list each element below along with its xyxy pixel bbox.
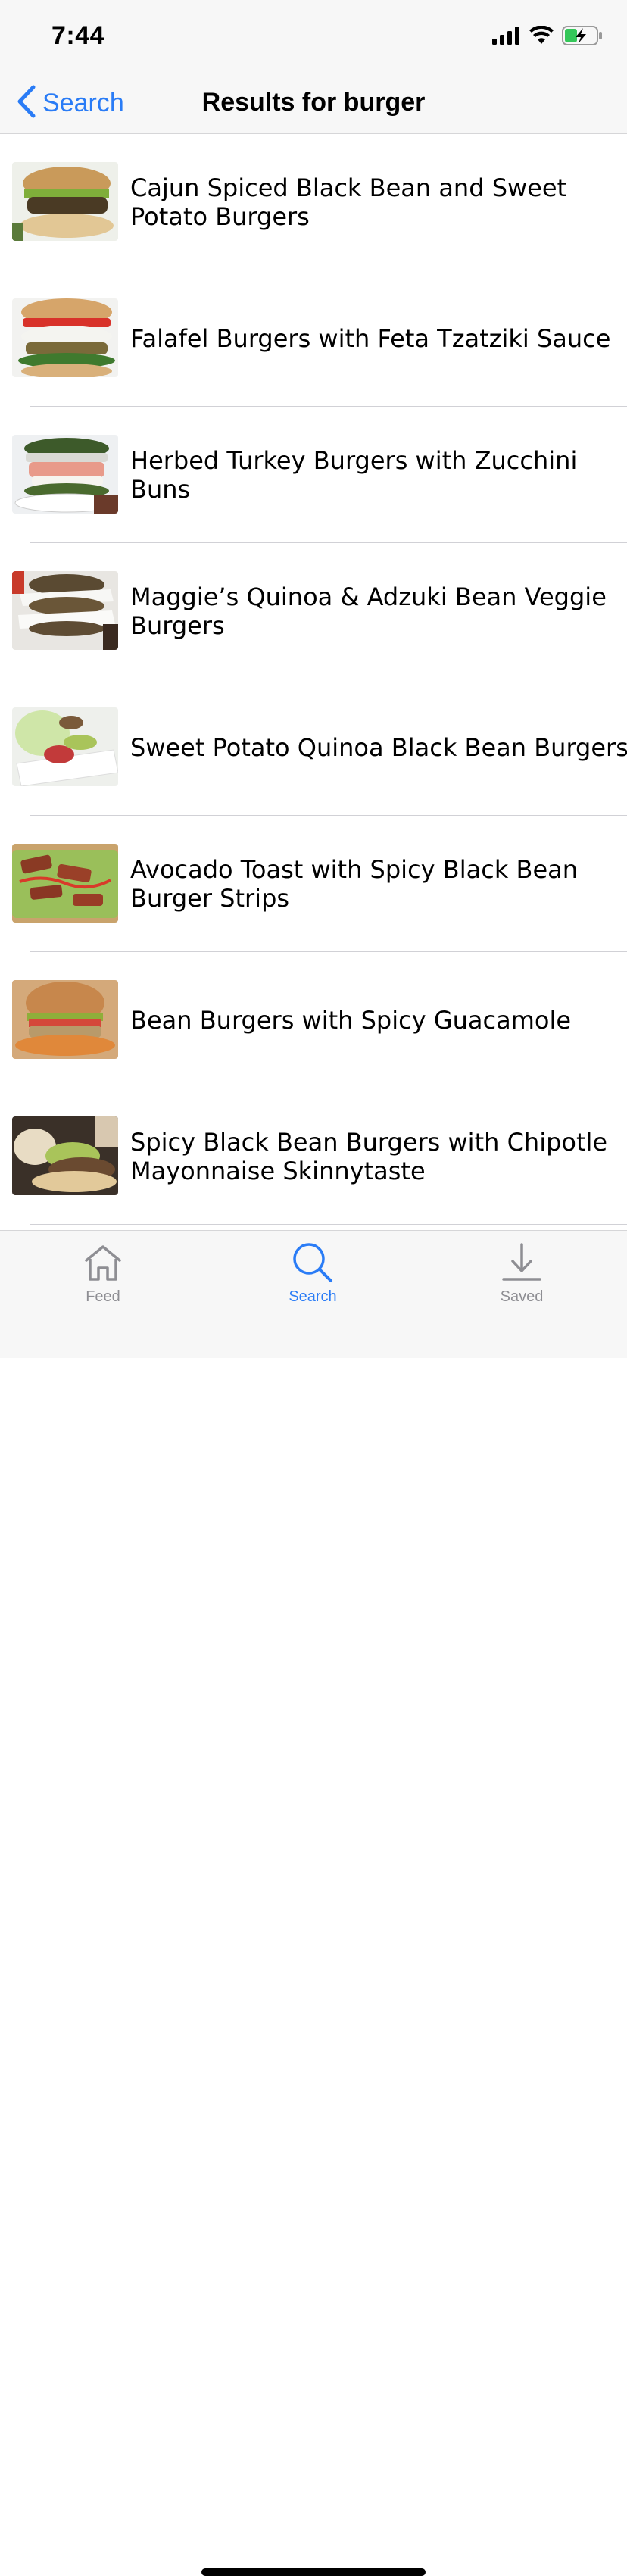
recipe-thumbnail (12, 1116, 118, 1195)
home-icon (42, 1240, 164, 1285)
result-row[interactable]: Bean Burgers with Spicy Guacamole (0, 952, 627, 1088)
recipe-thumbnail (12, 162, 118, 241)
status-time: 7:44 (51, 21, 105, 50)
status-bar: 7:44 (0, 0, 627, 73)
result-title: Bean Burgers with Spicy Guacamole (130, 1006, 572, 1035)
status-icons (492, 25, 603, 49)
wifi-icon (529, 25, 554, 49)
result-title: Falafel Burgers with Feta Tzatziki Sauce (130, 324, 611, 353)
tab-feed[interactable]: Feed (42, 1240, 164, 1316)
result-title: Maggie’s Quinoa & Adzuki Bean Veggie Bur… (130, 582, 607, 640)
tab-search[interactable]: Search (252, 1240, 373, 1316)
result-title: Cajun Spiced Black Bean and Sweet Potato… (130, 173, 567, 231)
results-list[interactable]: Cajun Spiced Black Bean and Sweet Potato… (0, 134, 627, 1231)
result-row[interactable]: Falafel Burgers with Feta Tzatziki Sauce (0, 270, 627, 407)
page-title: Results for burger (201, 88, 426, 117)
result-title: Sweet Potato Quinoa Black Bean Burgers (130, 733, 627, 762)
result-row[interactable]: Maggie’s Quinoa & Adzuki Bean Veggie Bur… (0, 543, 627, 679)
tab-saved-label: Saved (500, 1288, 544, 1305)
result-title: Avocado Toast with Spicy Black Bean Burg… (130, 855, 579, 913)
result-title: Spicy Black Bean Burgers with Chipotle M… (130, 1128, 608, 1185)
recipe-thumbnail (12, 707, 118, 786)
cellular-signal-icon (492, 26, 521, 48)
tab-saved[interactable]: Saved (461, 1240, 582, 1316)
recipe-thumbnail (12, 980, 118, 1059)
recipe-thumbnail (12, 844, 118, 923)
recipe-thumbnail (12, 298, 118, 377)
result-row[interactable]: Spicy Black Bean Burgers with Chipotle M… (0, 1088, 627, 1225)
result-row[interactable]: Cajun Spiced Black Bean and Sweet Potato… (0, 134, 627, 270)
row-separator (30, 1224, 627, 1225)
result-row[interactable]: Sweet Potato Quinoa Black Bean Burgers (0, 679, 627, 816)
navigation-bar: Search Results for burger (0, 73, 627, 134)
search-icon (252, 1240, 373, 1285)
recipe-thumbnail (12, 435, 118, 514)
result-row[interactable]: Herbed Turkey Burgers with Zucchini Buns (0, 407, 627, 543)
home-indicator[interactable] (201, 2568, 426, 2576)
tab-search-label: Search (289, 1288, 337, 1305)
result-title: Herbed Turkey Burgers with Zucchini Buns (130, 446, 578, 504)
download-icon (461, 1240, 582, 1285)
result-row[interactable]: Avocado Toast with Spicy Black Bean Burg… (0, 816, 627, 952)
tab-feed-label: Feed (86, 1288, 120, 1305)
battery-charging-icon (562, 25, 603, 49)
recipe-thumbnail (12, 571, 118, 650)
tab-bar: Feed Search Saved (0, 1230, 627, 2576)
